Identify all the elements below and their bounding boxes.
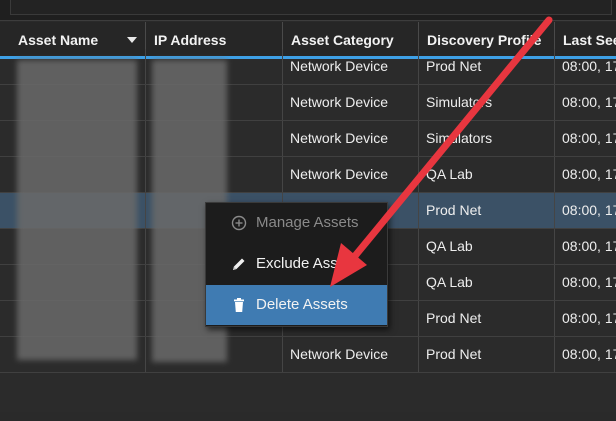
table-cell: Prod Net <box>419 301 555 336</box>
table-cell: QA Lab <box>419 157 555 192</box>
table-cell: 08:00, 17 <box>562 346 616 362</box>
context-menu: Manage Assets Exclude Assets Delete Asse… <box>205 202 388 327</box>
column-header-label: IP Address <box>154 32 227 48</box>
table-cell: 08:00, 17 <box>562 202 616 218</box>
table-cell: QA Lab <box>419 265 555 300</box>
table-cell: Network Device <box>283 337 419 372</box>
table-cell: Simulators <box>419 85 555 120</box>
top-toolbar <box>0 0 616 21</box>
menu-item-exclude-assets[interactable]: Exclude Assets <box>206 244 387 284</box>
column-header-label: Asset Name <box>18 32 99 48</box>
table-cell: 08:00, 17 <box>562 274 616 290</box>
table-cell: 08:00, 17 <box>562 58 616 74</box>
menu-item-label: Delete Assets <box>256 296 348 313</box>
table-cell: 08:00, 17 <box>562 310 616 326</box>
trash-icon <box>234 298 244 312</box>
table-cell: 08:00, 17 <box>562 130 616 146</box>
table-cell: Prod Net <box>419 193 555 228</box>
table-cell: Simulators <box>419 121 555 156</box>
column-header-label: Discovery Profile <box>427 32 542 48</box>
table-cell: Prod Net <box>419 49 555 84</box>
redacted-asset-names <box>17 60 137 360</box>
table-cell: Network Device <box>283 49 419 84</box>
table-cell: 08:00, 17 <box>562 94 616 110</box>
menu-item-label: Manage Assets <box>256 214 359 231</box>
table-cell: Network Device <box>283 85 419 120</box>
table-cell: 08:00, 17 <box>562 166 616 182</box>
column-header-label: Last Seen <box>563 32 616 48</box>
table-cell: Prod Net <box>419 337 555 372</box>
plus-circle-icon <box>231 215 247 231</box>
menu-item-delete-assets[interactable]: Delete Assets <box>206 285 387 325</box>
menu-item-label: Exclude Assets <box>256 255 358 272</box>
table-cell: 08:00, 17 <box>562 238 616 254</box>
toolbar-panel <box>10 0 612 15</box>
column-header-label: Asset Category <box>291 32 394 48</box>
menu-item-manage-assets[interactable]: Manage Assets <box>206 203 387 243</box>
sort-down-icon[interactable] <box>127 37 137 43</box>
table-cell: Network Device <box>283 157 419 192</box>
table-cell: Network Device <box>283 121 419 156</box>
table-cell: QA Lab <box>419 229 555 264</box>
pencil-icon <box>233 258 245 270</box>
